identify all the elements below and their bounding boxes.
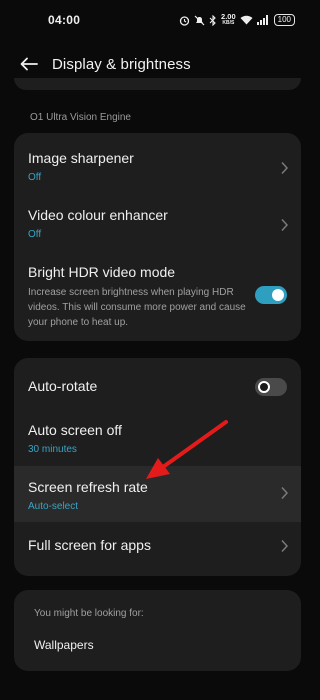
suggestions-card: You might be looking for: Wallpapers [14,590,301,671]
image-sharpener-value: Off [28,172,42,183]
video-colour-enhancer-item[interactable]: Video colour enhancer Off [14,207,301,257]
auto-screen-off-title: Auto screen off [28,422,122,438]
page-title: Display & brightness [52,55,191,73]
full-screen-apps-item[interactable]: Full screen for apps [14,537,301,561]
alarm-icon [179,15,190,26]
suggestions-label: You might be looking for: [34,608,144,619]
bright-hdr-title: Bright HDR video mode [28,264,176,280]
back-arrow-icon [20,57,38,71]
vision-engine-card: Image sharpener Off Video colour enhance… [14,133,301,341]
bright-hdr-description: Increase screen brightness when playing … [28,287,246,328]
previous-card-edge [14,78,301,90]
toggle-knob [272,289,284,301]
auto-screen-off-value: 30 minutes [28,444,77,455]
chevron-right-icon [281,539,289,553]
status-icons: 2.00 KB/S 100 [179,13,295,27]
section-label: O1 Ultra Vision Engine [30,112,131,123]
image-sharpener-item[interactable]: Image sharpener Off [14,150,301,200]
auto-rotate-item[interactable]: Auto-rotate [14,378,301,398]
status-time: 04:00 [48,13,81,27]
bluetooth-icon [209,14,216,26]
wifi-icon [240,15,253,25]
bright-hdr-item[interactable]: Bright HDR video mode Increase screen br… [14,264,301,334]
toggle-knob [258,381,270,393]
signal-icon [256,15,268,25]
back-button[interactable] [18,53,40,75]
wallpapers-link[interactable]: Wallpapers [34,638,94,652]
video-colour-enhancer-value: Off [28,229,42,240]
chevron-right-icon [281,161,289,175]
battery-indicator: 100 [273,14,295,26]
chevron-right-icon [281,486,289,500]
network-speed: 2.00 KB/S [221,12,236,26]
screen-refresh-rate-item[interactable]: Screen refresh rate Auto-select [14,479,301,519]
mute-icon [194,15,205,25]
image-sharpener-title: Image sharpener [28,150,134,166]
screen-refresh-rate-title: Screen refresh rate [28,479,148,495]
full-screen-apps-title: Full screen for apps [28,537,151,553]
bright-hdr-toggle[interactable] [255,286,287,304]
auto-rotate-toggle[interactable] [255,378,287,396]
screen-refresh-rate-value: Auto-select [28,501,79,512]
auto-screen-off-item[interactable]: Auto screen off 30 minutes [14,422,301,462]
video-colour-enhancer-title: Video colour enhancer [28,207,168,223]
screen-settings-card: Auto-rotate Auto screen off 30 minutes S… [14,358,301,576]
status-bar: 04:00 2.00 KB/S 100 [0,0,315,40]
chevron-right-icon [281,218,289,232]
